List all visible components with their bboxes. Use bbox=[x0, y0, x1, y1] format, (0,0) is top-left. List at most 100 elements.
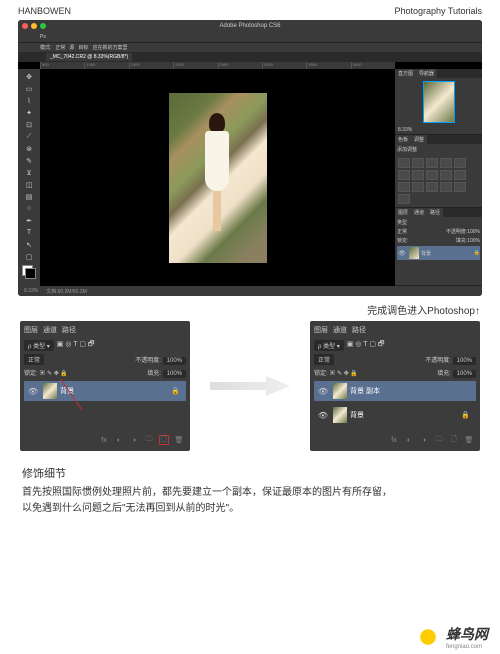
document-tab[interactable]: _MC_7042.CR2 @ 8.33%(RGB/8*) bbox=[46, 53, 132, 61]
navigator-thumb[interactable] bbox=[423, 81, 455, 123]
lp2-eye-icon-2[interactable]: 👁 bbox=[316, 411, 330, 420]
pen-tool-icon[interactable]: ✒ bbox=[20, 215, 38, 226]
lp-lock-label: 锁定: bbox=[24, 371, 38, 377]
adj-balance-icon[interactable] bbox=[412, 170, 424, 180]
lp2-new-icon[interactable]: 🗋 bbox=[449, 435, 459, 445]
ps-logo-icon[interactable]: Ps bbox=[40, 34, 46, 40]
adj-gradmap-icon[interactable] bbox=[454, 182, 466, 192]
lock-label: 锁定: bbox=[397, 237, 408, 244]
lp-paths-tab[interactable]: 路径 bbox=[62, 325, 76, 337]
group-icon[interactable]: 🗀 bbox=[144, 435, 154, 445]
lp2-fill-value[interactable]: 100% bbox=[453, 370, 476, 378]
lp2-layer-copy[interactable]: 👁 背景 副本 bbox=[314, 381, 476, 401]
blend-mode-select[interactable]: 正常 bbox=[397, 228, 407, 235]
blur-tool-icon[interactable]: ○ bbox=[20, 203, 38, 214]
document-tabs: _MC_7042.CR2 @ 8.33%(RGB/8*) bbox=[18, 52, 482, 62]
canvas-area[interactable] bbox=[40, 69, 395, 286]
opt-source-label: 源 bbox=[69, 44, 74, 51]
lp-eye-icon[interactable]: 👁 bbox=[26, 387, 40, 396]
stamp-tool-icon[interactable]: ⊻ bbox=[20, 167, 38, 178]
adj-photo-icon[interactable] bbox=[440, 170, 452, 180]
adjust-layer-icon[interactable]: ◑ bbox=[129, 435, 139, 445]
layers-kind-label: 类型 bbox=[397, 219, 407, 226]
section-body-1: 首先按照国际惯例处理照片前，都先要建立一个副本，保证最原本的图片有所存留， bbox=[22, 485, 478, 501]
adj-vibrance-icon[interactable] bbox=[454, 158, 466, 168]
minimize-icon[interactable] bbox=[31, 23, 37, 29]
lp-opacity-value[interactable]: 100% bbox=[163, 357, 186, 365]
swatches-tab[interactable]: 色板 bbox=[395, 135, 411, 144]
lp2-fx-icon[interactable]: fx bbox=[389, 435, 399, 445]
lp-layer-bg[interactable]: 👁 背景 🔒 bbox=[24, 381, 186, 401]
lp-channels-tab[interactable]: 通道 bbox=[43, 325, 57, 337]
logo-en: fengniao.com bbox=[446, 644, 482, 650]
lp2-paths-tab[interactable]: 路径 bbox=[352, 325, 366, 337]
lp2-group-icon[interactable]: 🗀 bbox=[434, 435, 444, 445]
visibility-icon[interactable]: 👁 bbox=[397, 250, 407, 257]
fill-value[interactable]: 100% bbox=[467, 238, 480, 244]
lp2-layers-tab[interactable]: 图层 bbox=[314, 325, 328, 337]
adj-lookup-icon[interactable] bbox=[398, 182, 410, 192]
opt-mode-value[interactable]: 正常 bbox=[55, 44, 65, 51]
lp2-blend-select[interactable]: 正常 bbox=[314, 354, 334, 365]
wand-tool-icon[interactable]: ✦ bbox=[20, 107, 38, 118]
crop-tool-icon[interactable]: ⊡ bbox=[20, 119, 38, 130]
adj-brightness-icon[interactable] bbox=[398, 158, 410, 168]
lp2-eye-icon-1[interactable]: 👁 bbox=[316, 387, 330, 396]
adj-select-icon[interactable] bbox=[398, 194, 410, 204]
adj-thresh-icon[interactable] bbox=[440, 182, 452, 192]
lp2-channels-tab[interactable]: 通道 bbox=[333, 325, 347, 337]
layer-row-bg[interactable]: 👁 背景 🔒 bbox=[397, 246, 480, 260]
color-swatches-icon[interactable] bbox=[22, 265, 36, 279]
channels-tab[interactable]: 通道 bbox=[411, 208, 427, 217]
adj-levels-icon[interactable] bbox=[412, 158, 424, 168]
adj-hue-icon[interactable] bbox=[398, 170, 410, 180]
maximize-icon[interactable] bbox=[40, 23, 46, 29]
lp-lock-icon: 🔒 bbox=[171, 387, 180, 395]
histogram-tab[interactable]: 直方图 bbox=[395, 69, 416, 78]
lasso-tool-icon[interactable]: ⌇ bbox=[20, 95, 38, 106]
fx-icon[interactable]: fx bbox=[99, 435, 109, 445]
adj-poster-icon[interactable] bbox=[426, 182, 438, 192]
lp2-layer-thumb-2 bbox=[333, 407, 347, 423]
path-tool-icon[interactable]: ↖ bbox=[20, 239, 38, 250]
trash-icon[interactable]: 🗑 bbox=[174, 435, 184, 445]
layers-tab[interactable]: 图层 bbox=[395, 208, 411, 217]
lp2-mask-icon[interactable]: ◐ bbox=[404, 435, 414, 445]
lp2-trash-icon[interactable]: 🗑 bbox=[464, 435, 474, 445]
lp2-kind-select[interactable]: ρ 类型 ▾ bbox=[314, 340, 344, 351]
close-icon[interactable] bbox=[22, 23, 28, 29]
paths-tab[interactable]: 路径 bbox=[427, 208, 443, 217]
shape-tool-icon[interactable]: ▢ bbox=[20, 251, 38, 262]
heal-tool-icon[interactable]: ⊛ bbox=[20, 143, 38, 154]
menubar: Ps bbox=[18, 32, 482, 42]
right-panels: 直方图 导航器 8.33% 色板 调整 添加调整 图层 通道 路径 类型 正常 … bbox=[395, 69, 482, 286]
brush-tool-icon[interactable]: ✎ bbox=[20, 155, 38, 166]
new-layer-icon[interactable]: 🗋 bbox=[159, 435, 169, 445]
opacity-value[interactable]: 100% bbox=[467, 229, 480, 235]
lp-blend-select[interactable]: 正常 bbox=[24, 354, 44, 365]
adjustments-tab[interactable]: 调整 bbox=[411, 135, 427, 144]
adj-mixer-icon[interactable] bbox=[454, 170, 466, 180]
lp-layers-tab[interactable]: 图层 bbox=[24, 325, 38, 337]
lp2-adjust-icon[interactable]: ◑ bbox=[419, 435, 429, 445]
navigator-tab[interactable]: 导航器 bbox=[416, 69, 437, 78]
adj-curves-icon[interactable] bbox=[426, 158, 438, 168]
move-tool-icon[interactable]: ✥ bbox=[20, 71, 38, 82]
lp2-opacity-value[interactable]: 100% bbox=[453, 357, 476, 365]
lp2-layer-thumb-1 bbox=[333, 383, 347, 399]
type-tool-icon[interactable]: T bbox=[20, 227, 38, 238]
lp-kind-select[interactable]: ρ 类型 ▾ bbox=[24, 340, 54, 351]
gradient-tool-icon[interactable]: ▤ bbox=[20, 191, 38, 202]
adj-bw-icon[interactable] bbox=[426, 170, 438, 180]
marquee-tool-icon[interactable]: ▭ bbox=[20, 83, 38, 94]
eraser-tool-icon[interactable]: ◫ bbox=[20, 179, 38, 190]
adj-invert-icon[interactable] bbox=[412, 182, 424, 192]
mask-icon[interactable]: ◐ bbox=[114, 435, 124, 445]
lp2-layer-bg[interactable]: 👁 背景 🔒 bbox=[314, 405, 476, 425]
lp2-layer-name-1: 背景 副本 bbox=[350, 386, 380, 396]
section-body-2: 以免遇到什么问题之后"无法再回到从前的时光"。 bbox=[22, 501, 478, 517]
lp-fill-value[interactable]: 100% bbox=[163, 370, 186, 378]
section-title: 修饰细节 bbox=[22, 465, 478, 481]
eyedropper-tool-icon[interactable]: ⟋ bbox=[20, 131, 38, 142]
adj-exposure-icon[interactable] bbox=[440, 158, 452, 168]
